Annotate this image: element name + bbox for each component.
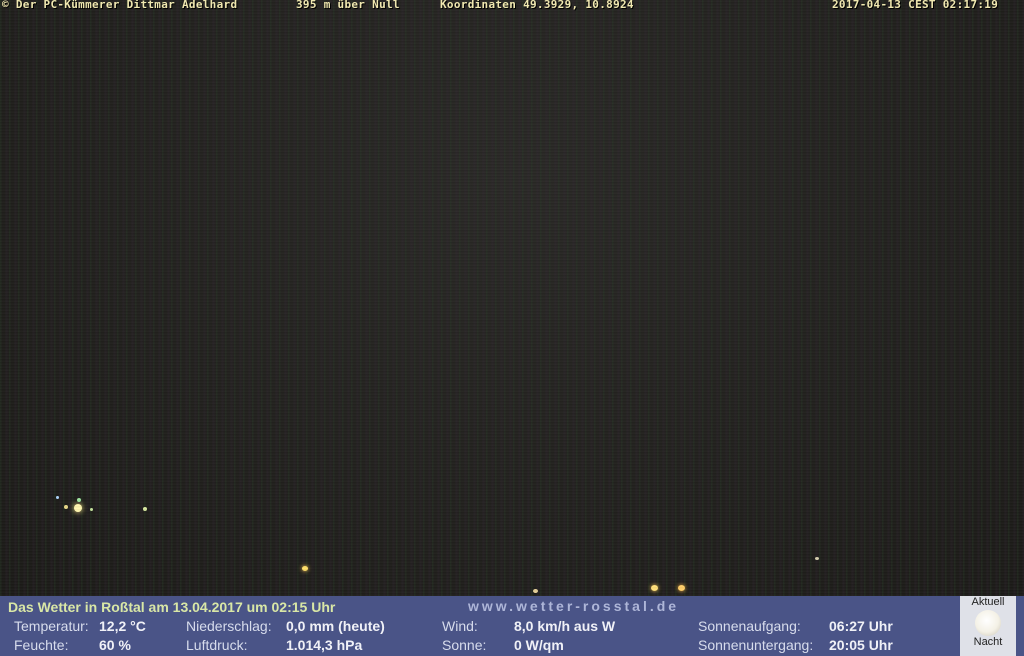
- light-dot: [64, 505, 68, 509]
- wind-value: 8,0 km/h aus W: [514, 618, 616, 634]
- light-dot: [651, 585, 658, 591]
- light-dot: [815, 557, 819, 560]
- sunset-value: 20:05 Uhr: [829, 637, 893, 653]
- pressure-value: 1.014,3 hPa: [286, 637, 363, 653]
- elevation-overlay: 395 m über Null: [296, 0, 400, 11]
- precipitation-value: 0,0 mm (heute): [286, 618, 385, 634]
- light-dot: [56, 496, 59, 499]
- light-dot: [77, 498, 81, 502]
- timestamp-overlay: 2017-04-13 CEST 02:17:19: [832, 0, 999, 11]
- copyright-overlay: © Der PC-Kümmerer Dittmar Adelhard: [2, 0, 238, 11]
- humidity-label: Feuchte:: [14, 637, 69, 653]
- sunrise-label: Sonnenaufgang:: [698, 618, 801, 634]
- temperature-label: Temperatur:: [14, 618, 89, 634]
- sunset-label: Sonnenuntergang:: [698, 637, 814, 653]
- light-dot: [678, 585, 685, 591]
- sun-value: 0 W/qm: [514, 637, 564, 653]
- wind-label: Wind:: [442, 618, 478, 634]
- coordinates-overlay: Koordinaten 49.3929, 10.8924: [440, 0, 634, 11]
- humidity-value: 60 %: [99, 637, 131, 653]
- light-dot: [90, 508, 93, 511]
- precipitation-label: Niederschlag:: [186, 618, 272, 634]
- light-dot: [302, 566, 308, 571]
- light-dot: [143, 507, 147, 511]
- temperature-value: 12,2 °C: [99, 618, 146, 634]
- full-moon-icon: [975, 610, 1001, 636]
- sun-label: Sonne:: [442, 637, 487, 653]
- weather-info-bar: Das Wetter in Roßtal am 13.04.2017 um 02…: [0, 596, 1024, 656]
- moon-top-label: Aktuell: [971, 596, 1005, 608]
- moon-bottom-label: Nacht: [973, 636, 1003, 648]
- light-dot: [533, 589, 538, 593]
- sunrise-value: 06:27 Uhr: [829, 618, 893, 634]
- moon-phase-box: Aktuell Nacht: [960, 596, 1016, 656]
- webcam-image: [0, 0, 1024, 596]
- light-dot: [74, 504, 82, 512]
- pressure-label: Luftdruck:: [186, 637, 248, 653]
- weather-headline: Das Wetter in Roßtal am 13.04.2017 um 02…: [8, 599, 336, 615]
- website-link[interactable]: www.wetter-rosstal.de: [468, 598, 679, 614]
